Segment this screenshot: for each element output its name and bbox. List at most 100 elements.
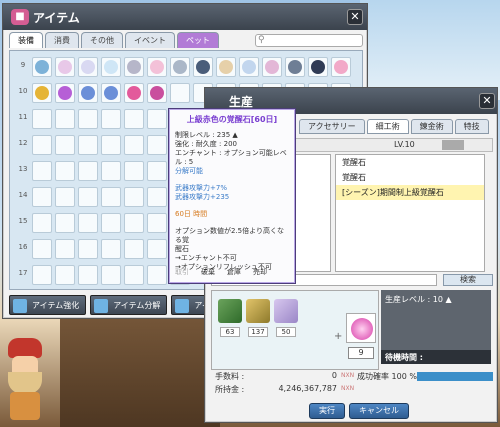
inventory-slot[interactable] <box>101 265 121 285</box>
inventory-slot[interactable] <box>147 213 167 233</box>
inventory-slot[interactable] <box>32 83 52 103</box>
inventory-slot[interactable] <box>78 83 98 103</box>
inventory-slot[interactable] <box>147 265 167 285</box>
inventory-slot[interactable] <box>193 57 213 77</box>
close-icon[interactable]: ✕ <box>479 93 495 109</box>
tab-skill[interactable]: 特技 <box>454 119 489 134</box>
inventory-slot[interactable] <box>101 213 121 233</box>
close-icon[interactable]: ✕ <box>347 9 363 25</box>
inventory-slot[interactable] <box>78 213 98 233</box>
inventory-slot[interactable] <box>331 57 351 77</box>
inventory-slot[interactable] <box>32 57 52 77</box>
item-disassemble-button[interactable]: アイテム分解 <box>90 295 168 315</box>
inventory-slot[interactable] <box>78 109 98 129</box>
inventory-slot[interactable] <box>147 239 167 259</box>
storage-action[interactable]: 倉庫 <box>227 267 241 277</box>
inventory-slot[interactable] <box>124 109 144 129</box>
recipe-search-button[interactable]: 検索 <box>443 274 493 286</box>
inventory-slot[interactable] <box>78 187 98 207</box>
inventory-slot[interactable] <box>78 239 98 259</box>
inventory-slot[interactable] <box>262 57 282 77</box>
inventory-slot[interactable] <box>32 109 52 129</box>
tab-alchemy[interactable]: 錬金術 <box>410 119 453 134</box>
discard-action[interactable]: 破棄 <box>201 267 215 277</box>
inventory-slot[interactable] <box>55 135 75 155</box>
inventory-slot[interactable] <box>55 161 75 181</box>
inventory-slot[interactable] <box>101 239 121 259</box>
inventory-slot[interactable] <box>101 83 121 103</box>
quantity-input[interactable]: 9 <box>348 347 374 359</box>
inventory-slot[interactable] <box>32 161 52 181</box>
owned-label: 所持金 : <box>215 385 245 394</box>
tooltip-title: 上級赤色の覚醒石[60日] <box>186 115 278 124</box>
inventory-slot[interactable] <box>55 213 75 233</box>
recipe-item[interactable]: 覚醒石 <box>336 155 484 170</box>
tab-pet[interactable]: ペット <box>177 32 219 48</box>
inventory-slot[interactable] <box>308 57 328 77</box>
inventory-slot[interactable] <box>101 187 121 207</box>
inventory-slot[interactable] <box>147 161 167 181</box>
item-tabs: 装備 消費 その他 イベント ペット <box>9 32 219 48</box>
tab-accessory[interactable]: アクセサリー <box>299 119 365 134</box>
item-tooltip: 上級赤色の覚醒石[60日] 制限レベル : 235 ▲ 強化 : 耐久度 : 2… <box>168 108 296 284</box>
item-window-titlebar[interactable]: ■ アイテム ✕ <box>3 4 367 30</box>
inventory-slot[interactable] <box>101 161 121 181</box>
inventory-slot[interactable] <box>124 161 144 181</box>
inventory-slot[interactable] <box>124 57 144 77</box>
inventory-slot[interactable] <box>285 57 305 77</box>
recipe-item-selected[interactable]: [シーズン]期間制上級覚醒石 <box>336 185 484 200</box>
item-disassemble-label: アイテム分解 <box>113 301 161 310</box>
inventory-slot[interactable] <box>101 109 121 129</box>
item-search-input[interactable]: ⚲ <box>255 34 363 47</box>
wait-time: 待機時間 : <box>381 350 491 364</box>
disassemble-icon <box>94 299 109 313</box>
inventory-slot[interactable] <box>147 187 167 207</box>
inventory-slot[interactable] <box>78 135 98 155</box>
item-window-title: アイテム <box>33 11 80 25</box>
inventory-slot[interactable] <box>101 135 121 155</box>
inventory-slot[interactable] <box>55 109 75 129</box>
tab-equip[interactable]: 装備 <box>9 32 43 48</box>
execute-button[interactable]: 実行 <box>309 403 345 419</box>
tab-event[interactable]: イベント <box>125 32 175 48</box>
inventory-slot[interactable] <box>32 239 52 259</box>
inventory-slot[interactable] <box>32 135 52 155</box>
inventory-slot[interactable] <box>147 109 167 129</box>
sell-action[interactable]: 売却 <box>253 267 267 277</box>
inventory-slot[interactable] <box>124 135 144 155</box>
inventory-slot[interactable] <box>78 161 98 181</box>
tab-crafting[interactable]: 細工術 <box>366 119 409 134</box>
inventory-slot[interactable] <box>55 57 75 77</box>
inventory-slot[interactable] <box>78 265 98 285</box>
inventory-slot[interactable] <box>101 57 121 77</box>
inventory-slot[interactable] <box>124 187 144 207</box>
tab-consume[interactable]: 消費 <box>45 32 79 48</box>
inventory-slot[interactable] <box>124 213 144 233</box>
inventory-slot[interactable] <box>32 213 52 233</box>
inventory-slot[interactable] <box>239 57 259 77</box>
inventory-slot[interactable] <box>124 239 144 259</box>
inventory-slot[interactable] <box>216 57 236 77</box>
inventory-slot[interactable] <box>55 239 75 259</box>
inventory-slot[interactable] <box>55 265 75 285</box>
inventory-slot[interactable] <box>124 83 144 103</box>
tab-etc[interactable]: その他 <box>81 32 123 48</box>
inventory-slot[interactable] <box>147 57 167 77</box>
recipe-item[interactable]: 覚醒石 <box>336 170 484 185</box>
item-enhance-button[interactable]: アイテム強化 <box>9 295 87 315</box>
cancel-button[interactable]: キャンセル <box>349 403 409 419</box>
inventory-slot[interactable] <box>32 187 52 207</box>
plus-icon: + <box>334 331 343 342</box>
inventory-slot[interactable] <box>78 57 98 77</box>
inventory-slot[interactable] <box>170 57 190 77</box>
inventory-slot[interactable] <box>55 83 75 103</box>
inventory-slot[interactable] <box>147 83 167 103</box>
hammer-icon <box>13 299 27 313</box>
inventory-slot[interactable] <box>55 187 75 207</box>
inventory-slot[interactable] <box>124 265 144 285</box>
inventory-slot[interactable] <box>170 83 190 103</box>
inventory-slot[interactable] <box>32 265 52 285</box>
item-enhance-label: アイテム強化 <box>32 301 80 310</box>
output-item-slot[interactable] <box>346 313 376 343</box>
inventory-slot[interactable] <box>147 135 167 155</box>
